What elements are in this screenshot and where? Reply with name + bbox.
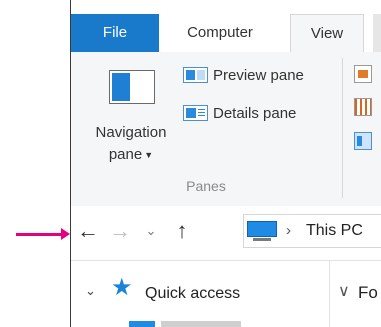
expand-chevron-icon[interactable]: ⌄ (85, 283, 96, 299)
group-chevron-icon[interactable]: ∨ (338, 281, 350, 301)
annotation-arrow-icon (61, 228, 70, 240)
preview-pane-button[interactable]: Preview pane (183, 64, 304, 88)
sidebar-item-desktop[interactable] (111, 321, 331, 327)
up-arrow-icon[interactable]: ↑ (167, 214, 197, 248)
sidebar-item-quick-access[interactable]: Quick access (145, 285, 240, 303)
details-pane-icon (183, 104, 208, 121)
breadcrumb-chevron-icon[interactable]: › (286, 215, 291, 247)
back-arrow-icon[interactable]: ← (73, 214, 103, 248)
content-pane: ∨ Fo (330, 261, 381, 327)
file-explorer-window: File Computer View Navigation pane ▼ Prev… (70, 0, 381, 327)
details-pane-label: Details pane (213, 105, 297, 122)
address-bar: ← → ⌄ ↑ › This PC (71, 206, 381, 261)
ribbon-tab-bar: File Computer View (71, 14, 381, 53)
tab-computer[interactable]: Computer (167, 14, 273, 52)
navigation-pane-icon (109, 70, 155, 104)
forward-arrow-icon[interactable]: → (105, 214, 135, 248)
desktop-icon (129, 321, 155, 327)
address-field[interactable]: › This PC (243, 214, 381, 248)
ribbon-view-panel: Navigation pane ▼ Preview pane Details pa… (71, 52, 381, 207)
group-header-label[interactable]: Fo (358, 283, 378, 303)
tab-view[interactable]: View (290, 14, 364, 53)
tab-file[interactable]: File (71, 14, 159, 52)
details-pane-button[interactable]: Details pane (183, 102, 296, 126)
ribbon-group-divider (342, 58, 343, 198)
navigation-pane-button[interactable]: Navigation pane ▼ (76, 66, 176, 176)
navigation-pane-label: Navigation pane ▼ (95, 124, 167, 163)
small-icons-icon[interactable] (354, 98, 372, 116)
preview-pane-icon (183, 66, 208, 83)
preview-pane-label: Preview pane (213, 67, 304, 84)
breadcrumb-this-pc[interactable]: This PC (306, 215, 363, 247)
sidebar-item-label (161, 321, 241, 327)
annotation-arrow-shaft (16, 233, 62, 236)
star-icon: ★ (111, 274, 133, 301)
recent-locations-chevron-icon[interactable]: ⌄ (141, 214, 161, 248)
panes-group-label: Panes (186, 178, 226, 194)
large-icons-icon[interactable] (354, 65, 372, 83)
tab-overflow-edge (373, 14, 381, 52)
navigation-pane: ⌄ ★ Quick access (71, 261, 329, 327)
chevron-down-icon: ▼ (144, 150, 154, 161)
details-layout-icon[interactable] (354, 132, 372, 150)
this-pc-icon[interactable] (247, 221, 279, 242)
